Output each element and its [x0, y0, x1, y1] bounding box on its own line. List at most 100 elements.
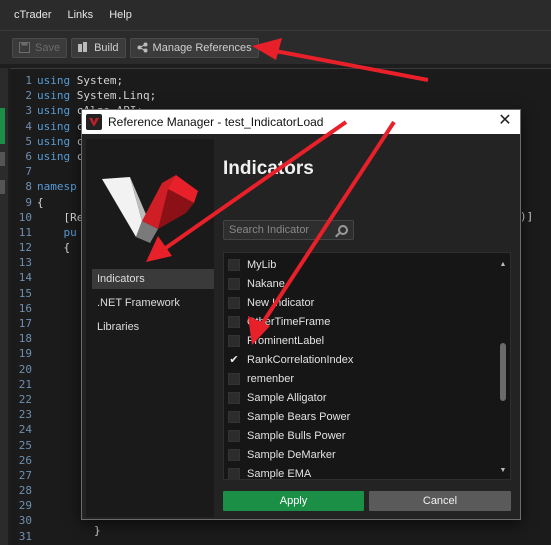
checkbox[interactable] [228, 429, 240, 442]
app-icon [86, 114, 102, 130]
checkbox[interactable] [228, 448, 240, 461]
closing-brace: } [94, 524, 101, 537]
build-button[interactable]: Build [71, 37, 126, 58]
search-placeholder: Search Indicator [229, 224, 310, 236]
line-number: 30 [18, 514, 32, 528]
line-number: 6 [25, 149, 32, 163]
line-number: 26 [18, 453, 32, 467]
code-line: using System; [37, 73, 156, 88]
code-line: using System.Linq; [37, 88, 156, 103]
line-number: 29 [18, 499, 32, 513]
list-item[interactable]: Sample Bulls Power [228, 426, 496, 445]
cancel-button[interactable]: Cancel [369, 491, 511, 511]
reference-manager-dialog: Reference Manager - test_IndicatorLoad ✕… [81, 109, 521, 520]
line-number: 3 [25, 104, 32, 118]
nav-indicators[interactable]: Indicators [92, 269, 214, 289]
checkbox[interactable] [228, 277, 240, 290]
list-item[interactable]: Nakane [228, 274, 496, 293]
code-token: System.Linq; [70, 89, 157, 103]
code-keyword: using [37, 149, 71, 163]
list-item-label: New Indicator [247, 296, 315, 309]
list-item[interactable]: ✔ RankCorrelationIndex [228, 350, 496, 369]
line-number: 17 [18, 317, 32, 330]
toolbar: Save Build Manage References [0, 30, 551, 64]
line-number: 12 [18, 241, 32, 255]
list-item-label: remenber [247, 372, 295, 385]
list-item[interactable]: Sample Alligator [228, 388, 496, 407]
checkbox[interactable] [228, 391, 240, 404]
code-token: { [37, 241, 71, 255]
nav-net-framework[interactable]: .NET Framework [92, 293, 214, 313]
manage-references-button[interactable]: Manage References [129, 37, 259, 58]
indicator-list[interactable]: MyLib Nakane New Indicator OtherTimeFrame Pr… [223, 252, 511, 480]
checkbox[interactable] [228, 372, 240, 385]
line-number: 14 [18, 271, 32, 285]
list-item-label: Sample Bulls Power [247, 429, 346, 442]
line-number: 9 [25, 195, 32, 209]
list-item[interactable]: Sample Bears Power [228, 407, 496, 426]
list-item-label: MyLib [247, 258, 277, 271]
line-number: 15 [18, 286, 32, 300]
search-icon[interactable] [338, 225, 348, 235]
code-keyword: using [37, 104, 71, 118]
line-number: 22 [18, 392, 32, 406]
save-button[interactable]: Save [12, 37, 68, 58]
line-number: 24 [18, 423, 32, 437]
nav-libraries[interactable]: Libraries [92, 317, 214, 337]
list-item-label: Nakane [247, 277, 285, 290]
list-item-label: Sample DeMarker [247, 448, 336, 461]
menu-ctrader[interactable]: cTrader [14, 9, 52, 21]
references-icon [137, 42, 148, 53]
menu-links[interactable]: Links [68, 9, 94, 21]
code-token: System; [70, 74, 124, 87]
manage-references-label: Manage References [152, 41, 252, 54]
list-item-label: OtherTimeFrame [247, 315, 331, 328]
checkbox[interactable] [228, 410, 240, 423]
checkbox-checked[interactable]: ✔ [228, 354, 240, 366]
line-number: 23 [18, 408, 32, 422]
dialog-sidebar: Indicators .NET Framework Libraries [86, 139, 214, 517]
list-item[interactable]: Sample EMA [228, 464, 496, 480]
active-marker [0, 108, 5, 144]
checkbox[interactable] [228, 315, 240, 328]
list-item-label: Sample Alligator [247, 391, 327, 404]
line-number: 5 [25, 134, 32, 148]
apply-button[interactable]: Apply [223, 491, 364, 511]
checkbox[interactable] [228, 296, 240, 309]
code-token: { [37, 195, 44, 209]
checkbox[interactable] [228, 258, 240, 271]
checkbox[interactable] [228, 467, 240, 479]
build-label: Build [94, 41, 119, 54]
line-number: 19 [18, 347, 32, 361]
list-item[interactable]: OtherTimeFrame [228, 312, 496, 331]
code-keyword: using [37, 134, 71, 148]
search-input[interactable]: Search Indicator [223, 220, 354, 240]
list-item[interactable]: remenber [228, 369, 496, 388]
menu-bar: cTrader Links Help [0, 0, 551, 30]
dialog-title: Reference Manager - test_IndicatorLoad [108, 115, 324, 129]
line-number: 13 [18, 256, 32, 270]
scroll-up-icon[interactable]: ▲ [499, 261, 507, 269]
line-number: 2 [25, 89, 32, 103]
checkbox[interactable] [228, 334, 240, 347]
line-number: 4 [25, 119, 32, 133]
menu-help[interactable]: Help [109, 9, 132, 21]
scroll-thumb[interactable] [500, 343, 506, 401]
line-number: 25 [18, 438, 32, 452]
ctrader-logo-icon [102, 175, 198, 243]
line-number: 11 [18, 225, 32, 239]
close-icon[interactable]: ✕ [496, 112, 514, 130]
line-numbers: 1 2 3 4 5 6 7 8 9 10 11 12 13 14 15 16 17 18 19 20 21 22 23 24 2… [10, 73, 32, 545]
code-keyword: using [37, 74, 71, 87]
list-item-label: Sample EMA [247, 467, 312, 480]
line-number: 28 [18, 484, 32, 498]
list-item[interactable]: New Indicator [228, 293, 496, 312]
list-scrollbar[interactable]: ▲ ▼ [499, 257, 507, 477]
ctrader-window: cTrader Links Help Save Build Manage Ref… [0, 0, 551, 545]
list-item[interactable]: MyLib [228, 255, 496, 274]
line-number: 21 [18, 377, 32, 391]
list-item[interactable]: ProminentLabel [228, 331, 496, 350]
list-item[interactable]: Sample DeMarker [228, 445, 496, 464]
scroll-down-icon[interactable]: ▼ [499, 467, 507, 475]
code-keyword: namesp [37, 180, 77, 194]
